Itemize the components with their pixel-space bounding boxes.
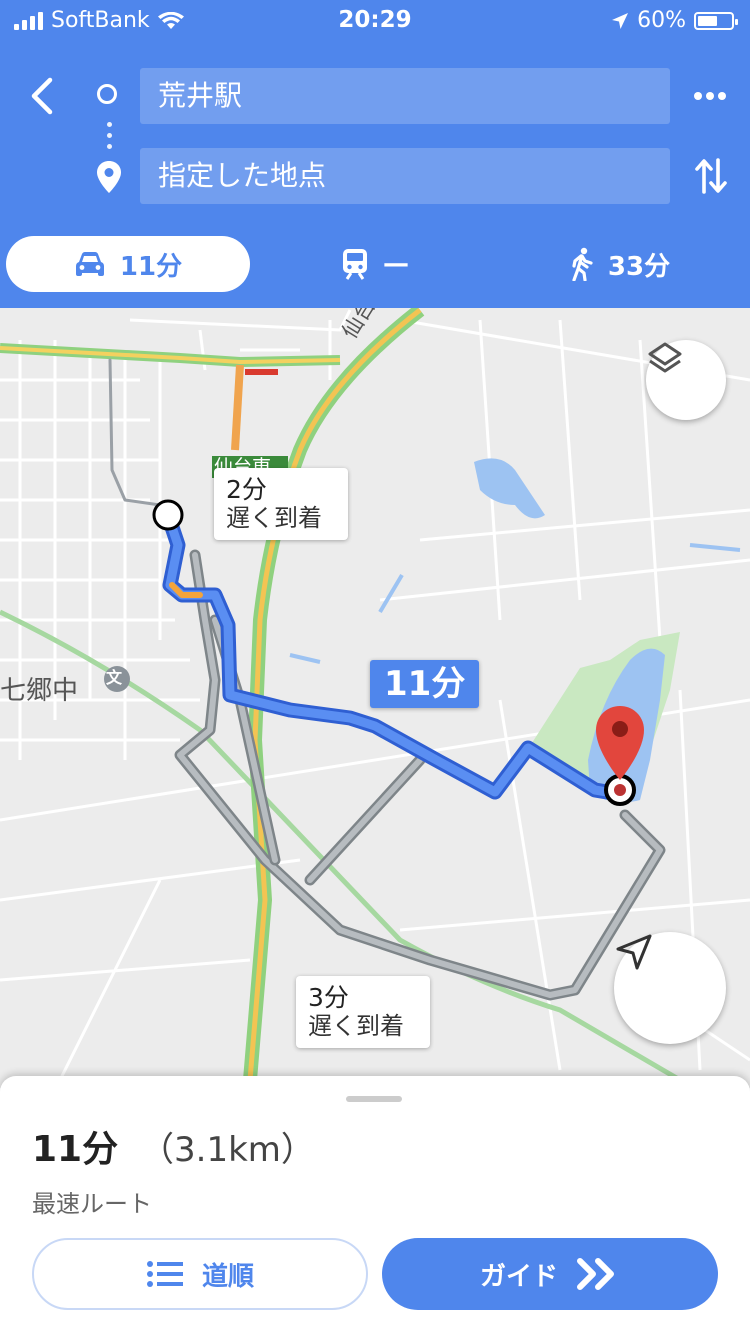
alt-route-2-time: 3分 <box>308 983 349 1012</box>
drive-time: 11分 <box>119 251 183 282</box>
red-pin-dot <box>612 721 628 737</box>
alt-route-1-note: 遅く到着 <box>226 504 322 532</box>
sheet-handle[interactable] <box>346 1096 402 1102</box>
steps-button[interactable]: 道順 <box>32 1238 368 1310</box>
walking-icon <box>572 247 593 281</box>
guide-button[interactable]: ガイド <box>382 1238 718 1310</box>
alt-route-1-time: 2分 <box>226 475 267 504</box>
side-road <box>231 364 244 451</box>
route-description: 最速ルート <box>32 1190 152 1218</box>
status-bar: SoftBank 20:29 60% <box>0 0 750 42</box>
guide-label: ガイド <box>479 1261 558 1292</box>
route-summary-sheet: 11分 （3.1km） 最速ルート 道順 ガイド <box>0 1076 750 1334</box>
map-view[interactable]: 仙台東 仙台東 文 七郷中 2分 遅く到着 11分 3分 遅く到着 <box>0 308 750 1088</box>
pond <box>474 458 545 519</box>
summary-distance: （3.1km） <box>140 1130 315 1170</box>
school-icon-glyph: 文 <box>106 668 123 687</box>
origin-input[interactable]: 荒井駅 <box>140 68 670 124</box>
place-label-school: 七郷中 <box>0 676 79 706</box>
directions-header: SoftBank 20:29 60% 荒井駅 指定した地点 11分 — 33分 <box>0 0 750 308</box>
travel-mode-tabs: 11分 — 33分 <box>0 236 750 292</box>
navigation-arrow-icon <box>616 934 652 970</box>
steps-label: 道順 <box>201 1261 254 1292</box>
more-options-icon[interactable] <box>692 85 728 107</box>
summary-time: 11分 <box>32 1129 119 1170</box>
back-arrow-icon[interactable] <box>22 74 66 118</box>
destination-pin-icon <box>97 161 121 193</box>
car-icon <box>75 252 104 276</box>
walk-time: 33分 <box>607 251 671 282</box>
train-icon <box>343 249 367 280</box>
swap-icon[interactable] <box>694 156 728 196</box>
destination-input[interactable]: 指定した地点 <box>140 148 670 204</box>
route-dots-icon <box>107 122 112 155</box>
my-location-button[interactable] <box>614 932 726 1044</box>
alt-route-callout-1[interactable]: 2分 遅く到着 <box>214 468 348 540</box>
origin-circle-icon <box>97 84 117 104</box>
tab-transit[interactable]: — <box>300 236 450 292</box>
battery-percent: 60% <box>637 8 686 33</box>
tab-drive[interactable]: 11分 <box>6 236 250 292</box>
transit-time: — <box>383 249 409 279</box>
origin-marker[interactable] <box>152 499 184 531</box>
location-arrow-icon <box>612 12 629 29</box>
list-icon <box>146 1261 183 1287</box>
double-chevron-icon <box>577 1258 614 1290</box>
layers-button[interactable] <box>646 340 726 420</box>
destination-center <box>614 784 626 796</box>
tab-walk[interactable]: 33分 <box>520 236 720 292</box>
alt-route-2-note: 遅く到着 <box>308 1012 404 1040</box>
status-right: 60% <box>611 8 738 33</box>
battery-icon <box>694 11 738 30</box>
alt-route-callout-2[interactable]: 3分 遅く到着 <box>296 976 430 1048</box>
layers-icon <box>648 342 682 373</box>
fastest-route-callout[interactable]: 11分 <box>370 660 480 708</box>
battery-fill <box>698 15 718 26</box>
